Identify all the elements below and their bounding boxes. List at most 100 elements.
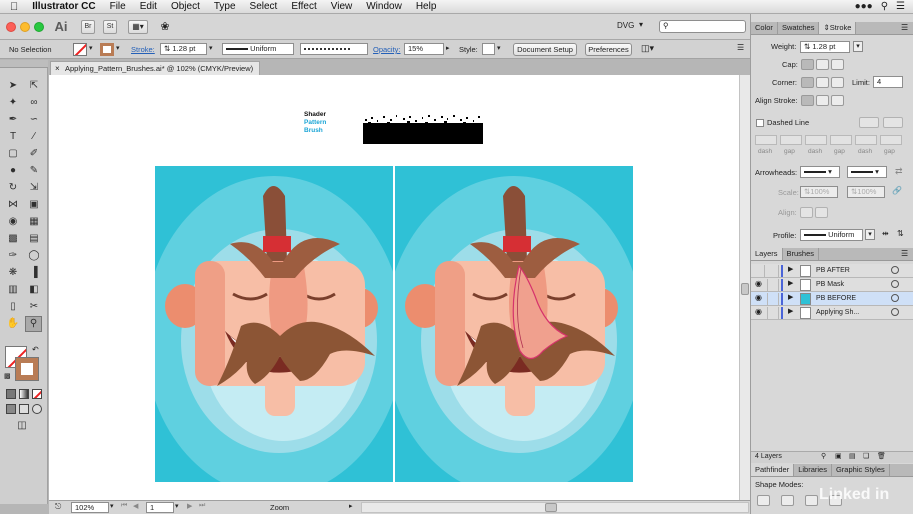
shader-brush-sample[interactable]: [363, 113, 483, 144]
artwork-before[interactable]: [155, 166, 393, 482]
horizontal-scroll-thumb[interactable]: [545, 503, 557, 512]
next-artboard-icon[interactable]: ▶: [187, 502, 192, 510]
dash-field-2[interactable]: [805, 135, 827, 145]
stroke-weight-dropdown-icon[interactable]: ▾: [209, 44, 213, 52]
slice-tool-icon[interactable]: ◧: [27, 284, 41, 296]
opacity-arrow-icon[interactable]: ▸: [446, 44, 450, 52]
tab-brushes[interactable]: Brushes: [783, 248, 820, 260]
miter-join-button[interactable]: [801, 77, 814, 88]
tab-pathfinder[interactable]: Pathfinder: [751, 464, 795, 476]
app-menu[interactable]: Illustrator CC: [25, 0, 102, 14]
stock-button[interactable]: St: [103, 20, 117, 34]
dashed-line-checkbox[interactable]: [756, 119, 764, 127]
menu-file[interactable]: File: [103, 0, 133, 14]
column-graph-tool-icon[interactable]: ▐: [27, 267, 41, 279]
minimize-window-button[interactable]: [20, 22, 30, 32]
align-dash-button[interactable]: [883, 117, 903, 128]
layer-visibility-toggle[interactable]: [753, 265, 765, 277]
swap-arrowheads-icon[interactable]: ⇄: [895, 166, 903, 177]
symbol-sprayer-tool-icon[interactable]: ❋: [6, 267, 20, 279]
opacity-field[interactable]: 15%: [404, 43, 444, 55]
tab-libraries[interactable]: Libraries: [794, 464, 832, 476]
spotlight-icon[interactable]: ⚲: [881, 1, 888, 12]
status-menu-icon[interactable]: ▸: [349, 502, 353, 510]
stroke-dropdown-icon[interactable]: ▾: [116, 44, 120, 52]
artboard-dropdown-icon[interactable]: ▾: [175, 502, 179, 510]
previous-artboard-icon[interactable]: ◀: [133, 502, 138, 510]
zoom-level-field[interactable]: 102%: [71, 502, 109, 513]
screen-mode-icon[interactable]: ◫: [15, 420, 29, 432]
layer-target-icon[interactable]: [891, 308, 899, 316]
draw-behind-icon[interactable]: [19, 404, 29, 414]
weight-dropdown-icon[interactable]: ▾: [853, 41, 863, 52]
intersect-button[interactable]: [805, 495, 818, 506]
rectangle-tool-icon[interactable]: ▢: [6, 148, 20, 160]
arrow-tip-at-end-button[interactable]: [815, 207, 828, 218]
dash-field-1[interactable]: [755, 135, 777, 145]
expand-arrow-icon[interactable]: ▶: [788, 307, 793, 315]
horizontal-scrollbar[interactable]: [361, 502, 749, 513]
free-transform-tool-icon[interactable]: ▣: [27, 199, 41, 211]
dash-field-3[interactable]: [855, 135, 877, 145]
first-artboard-icon[interactable]: ⏮: [121, 502, 127, 510]
expand-arrow-icon[interactable]: ▶: [788, 293, 793, 301]
layer-row[interactable]: ◉ ▶ Applying Sh...: [751, 306, 913, 320]
share-icon[interactable]: ⎋: [55, 502, 61, 512]
limit-field[interactable]: 4: [873, 76, 903, 88]
control-panel-menu-icon[interactable]: ☰: [737, 43, 744, 52]
scroll-thumb[interactable]: [741, 283, 749, 295]
align-outside-button[interactable]: [831, 95, 844, 106]
scissors-tool-icon[interactable]: ✂: [27, 301, 41, 313]
gap-field-3[interactable]: [880, 135, 902, 145]
arrow-tip-beyond-button[interactable]: [800, 207, 813, 218]
rotate-tool-icon[interactable]: ↻: [6, 182, 20, 194]
zoom-tool-icon[interactable]: ⚲: [25, 316, 42, 332]
graphic-style-swatch[interactable]: [482, 43, 495, 55]
variable-width-profile[interactable]: Uniform: [222, 43, 294, 55]
opacity-label[interactable]: Opacity:: [373, 40, 401, 59]
gradient-tool-icon[interactable]: ▤: [27, 233, 41, 245]
make-clipping-mask-icon[interactable]: ▣: [835, 452, 842, 460]
artboard-number-field[interactable]: 1: [146, 502, 174, 513]
none-mode-icon[interactable]: [32, 389, 42, 399]
link-scale-icon[interactable]: 🔗: [892, 186, 902, 195]
zoom-window-button[interactable]: [34, 22, 44, 32]
type-tool-icon[interactable]: T: [6, 131, 20, 143]
minus-front-button[interactable]: [781, 495, 794, 506]
layer-name[interactable]: PB AFTER: [816, 267, 850, 274]
perspective-grid-tool-icon[interactable]: ▦: [27, 216, 41, 228]
paintbrush-tool-icon[interactable]: ✐: [27, 148, 41, 160]
round-join-button[interactable]: [816, 77, 829, 88]
weight-field[interactable]: ⇅ 1.28 pt: [800, 41, 850, 53]
layer-lock-toggle[interactable]: [767, 307, 779, 319]
fill-color-swatch[interactable]: [73, 43, 87, 56]
brush-definition[interactable]: [300, 43, 368, 55]
align-options-icon[interactable]: ◫▾: [641, 43, 654, 54]
expand-arrow-icon[interactable]: ▶: [788, 279, 793, 287]
menu-object[interactable]: Object: [164, 0, 207, 14]
layer-name[interactable]: PB BEFORE: [816, 295, 856, 302]
selection-tool-icon[interactable]: ➤: [6, 80, 20, 92]
shaper-tool-icon[interactable]: ●: [6, 165, 20, 177]
stroke-weight-stepper-icon[interactable]: ⇅: [164, 44, 170, 53]
draw-inside-icon[interactable]: [32, 404, 42, 414]
eye-icon[interactable]: ◉: [755, 293, 762, 302]
bridge-button[interactable]: Br: [81, 20, 95, 34]
stroke-weight-field[interactable]: ⇅ 1.28 pt: [160, 43, 207, 55]
eye-icon[interactable]: ◉: [755, 307, 762, 316]
workspace-chevron-icon[interactable]: ▾: [639, 20, 643, 29]
stroke-swatch[interactable]: [15, 357, 39, 381]
swap-fill-stroke-icon[interactable]: ↶: [32, 345, 39, 354]
end-arrowhead-select[interactable]: ▾: [847, 166, 887, 178]
menu-select[interactable]: Select: [243, 0, 285, 14]
tab-layers[interactable]: Layers: [751, 248, 783, 260]
eye-icon[interactable]: ◉: [755, 279, 762, 288]
magic-wand-tool-icon[interactable]: ✦: [6, 97, 20, 109]
tab-graphic-styles[interactable]: Graphic Styles: [832, 464, 890, 476]
menu-window[interactable]: Window: [359, 0, 409, 14]
close-window-button[interactable]: [6, 22, 16, 32]
gpu-performance-icon[interactable]: ❀: [158, 20, 172, 34]
locate-object-icon[interactable]: ⚲: [821, 452, 826, 460]
artwork-after[interactable]: [395, 166, 633, 482]
layers-panel-menu-icon[interactable]: ☰: [901, 249, 908, 258]
